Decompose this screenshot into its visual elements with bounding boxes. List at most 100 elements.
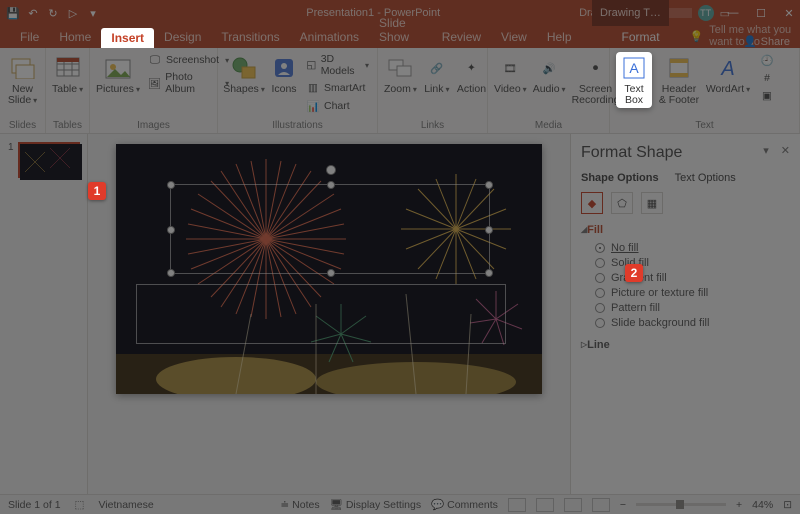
zoom-out-button[interactable]: − [620, 499, 626, 511]
resize-handle-s[interactable] [327, 269, 335, 277]
header-footer-icon [665, 54, 693, 82]
object-button[interactable]: ▣ [758, 88, 776, 104]
tab-file[interactable]: File [10, 26, 49, 48]
display-settings-button[interactable]: 🖥 Display Settings [330, 498, 422, 511]
slide-canvas-area[interactable] [88, 134, 570, 494]
comments-button[interactable]: 💬 Comments [431, 498, 498, 511]
notes-button[interactable]: ≐ Notes [280, 499, 319, 511]
resize-handle-e[interactable] [485, 226, 493, 234]
radio-picture-texture-fill[interactable]: Picture or texture fill [595, 287, 790, 299]
wordart-button[interactable]: AWordArt [706, 52, 750, 95]
slide-number-button[interactable]: # [758, 70, 776, 86]
video-label: Video [494, 84, 527, 95]
pane-tab-shape-options[interactable]: Shape Options [581, 172, 659, 184]
resize-handle-w[interactable] [167, 226, 175, 234]
radio-pattern-fill[interactable]: Pattern fill [595, 302, 790, 314]
shapes-button[interactable]: Shapes [224, 52, 264, 95]
minimize-icon[interactable]: — [726, 6, 740, 20]
callout-2: 2 [625, 264, 643, 282]
textbox-selection-2[interactable] [136, 284, 506, 344]
resize-handle-ne[interactable] [485, 181, 493, 189]
video-button[interactable]: 🎞Video [494, 52, 527, 95]
quick-access-toolbar: 💾 ↶ ↻ ▷ ▾ [0, 6, 100, 20]
group-text: A Text Box Header & Footer AWordArt 🕘 # … [610, 48, 800, 133]
pictures-button[interactable]: Pictures [96, 52, 140, 95]
slide-thumbnail-panel[interactable]: 1 [0, 134, 88, 494]
thumbnail-preview[interactable] [18, 142, 80, 178]
smartart-button[interactable]: ▥SmartArt [304, 80, 371, 96]
user-avatar-icon[interactable]: TT [698, 5, 714, 21]
tab-transitions[interactable]: Transitions [211, 26, 289, 48]
accessibility-icon[interactable]: ⬚ [75, 499, 85, 511]
slide-sorter-view-button[interactable] [536, 498, 554, 512]
pane-title: Format Shape [581, 144, 790, 162]
slideshow-view-button[interactable] [592, 498, 610, 512]
effects-category-icon[interactable]: ⬠ [611, 192, 633, 214]
slide[interactable] [116, 144, 542, 394]
status-language[interactable]: Vietnamese [98, 499, 153, 511]
slide-number-icon: # [760, 71, 774, 85]
zoom-slider[interactable] [636, 503, 726, 506]
resize-handle-nw[interactable] [167, 181, 175, 189]
icons-button[interactable]: Icons [270, 52, 298, 95]
radio-slide-background-fill[interactable]: Slide background fill [595, 317, 790, 329]
zoom-slider-thumb[interactable] [676, 500, 684, 509]
icons-icon [270, 54, 298, 82]
pane-close-icon[interactable]: ✕ [781, 144, 790, 157]
date-time-button[interactable]: 🕘 [758, 52, 776, 68]
tab-format[interactable]: Format [612, 26, 670, 48]
size-properties-category-icon[interactable]: ▦ [641, 192, 663, 214]
svg-text:A: A [720, 58, 734, 79]
object-icon: ▣ [760, 89, 774, 103]
rotation-handle[interactable] [326, 165, 336, 175]
new-slide-button[interactable]: New Slide [6, 52, 39, 106]
tab-insert[interactable]: Insert [101, 28, 154, 48]
tab-review[interactable]: Review [432, 26, 491, 48]
table-button[interactable]: Table [52, 52, 83, 95]
workspace: 1 [0, 134, 800, 494]
chart-button[interactable]: 📊Chart [304, 98, 371, 114]
section-line[interactable]: Line [581, 339, 790, 351]
status-slide-indicator[interactable]: Slide 1 of 1 [8, 499, 61, 511]
resize-handle-n[interactable] [327, 181, 335, 189]
text-box-button[interactable]: A Text Box [616, 52, 652, 108]
resize-handle-se[interactable] [485, 269, 493, 277]
tab-home[interactable]: Home [49, 26, 101, 48]
group-label-tables: Tables [52, 119, 83, 133]
tab-view[interactable]: View [491, 26, 537, 48]
resize-handle-sw[interactable] [167, 269, 175, 277]
close-icon[interactable]: ✕ [782, 6, 796, 20]
save-icon[interactable]: 💾 [6, 6, 20, 20]
pane-tab-text-options[interactable]: Text Options [675, 172, 736, 184]
shapes-label: Shapes [223, 84, 265, 95]
zoom-in-button[interactable]: + [736, 499, 742, 511]
tab-design[interactable]: Design [154, 26, 211, 48]
thumbnail-item[interactable]: 1 [8, 142, 79, 178]
share-button[interactable]: 👤Share [743, 35, 790, 48]
link-button[interactable]: 🔗Link [423, 52, 451, 95]
textbox-selection[interactable] [170, 184, 490, 274]
tab-help[interactable]: Help [537, 26, 582, 48]
pane-options-icon[interactable]: ▾ [763, 144, 769, 157]
thumbnail-number: 1 [8, 142, 14, 178]
slideshow-from-start-icon[interactable]: ▷ [66, 6, 80, 20]
fill-line-category-icon[interactable]: ◆ [581, 192, 603, 214]
radio-no-fill[interactable]: No fill [595, 242, 790, 254]
section-fill[interactable]: Fill [581, 224, 790, 236]
audio-button[interactable]: 🔊Audio [533, 52, 566, 95]
action-button[interactable]: ✦Action [457, 52, 486, 95]
lightbulb-icon: 💡 [690, 30, 704, 43]
qat-more-icon[interactable]: ▾ [86, 6, 100, 20]
header-footer-button[interactable]: Header & Footer [658, 52, 700, 106]
redo-icon[interactable]: ↻ [46, 6, 60, 20]
normal-view-button[interactable] [508, 498, 526, 512]
reading-view-button[interactable] [564, 498, 582, 512]
zoom-button[interactable]: Zoom [384, 52, 417, 95]
tab-animations[interactable]: Animations [290, 26, 369, 48]
fit-to-window-button[interactable]: ⊡ [783, 499, 792, 511]
maximize-icon[interactable]: ☐ [754, 6, 768, 20]
tab-slide-show[interactable]: Slide Show [369, 12, 432, 48]
undo-icon[interactable]: ↶ [26, 6, 40, 20]
zoom-level[interactable]: 44% [752, 499, 773, 511]
3d-models-button[interactable]: ◱3D Models [304, 52, 371, 78]
